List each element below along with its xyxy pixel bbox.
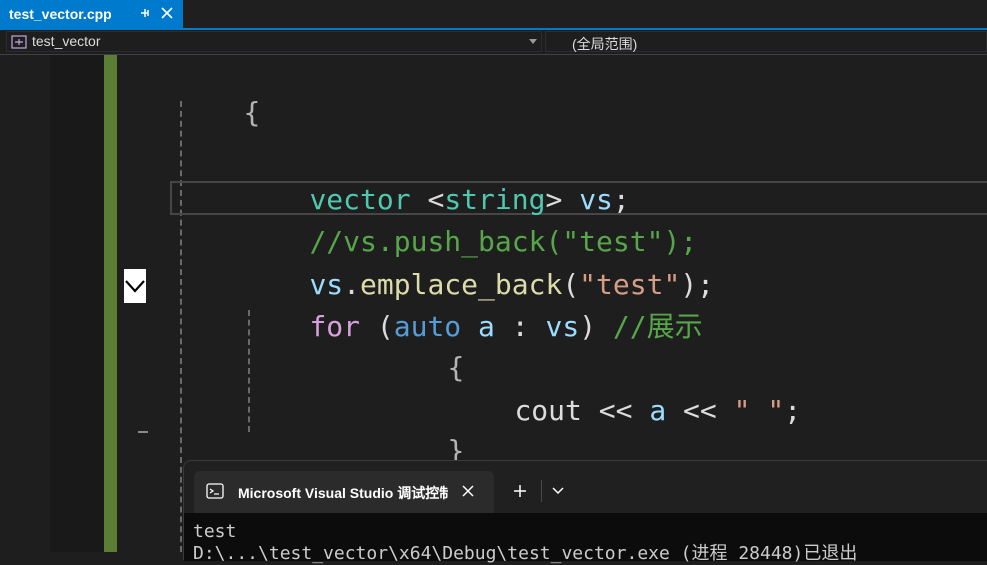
outlining-margin (117, 55, 167, 552)
project-icon (11, 35, 27, 49)
string-literal: " " (733, 394, 785, 427)
console-output: test D:\...\test_vector\x64\Debug\test_v… (193, 521, 857, 565)
plus-icon[interactable] (513, 484, 527, 498)
tab-divider (541, 480, 542, 502)
fold-collapse-icon[interactable] (124, 269, 146, 303)
terminal-icon (206, 483, 224, 499)
stream-operator: << (581, 394, 650, 427)
change-tracking-bar (104, 55, 117, 552)
variable-a: a (649, 394, 667, 427)
keyword-for: for (309, 310, 361, 343)
stream-operator: << (666, 394, 734, 427)
close-icon[interactable] (461, 484, 475, 498)
console-output-area[interactable]: test D:\...\test_vector\x64\Debug\test_v… (184, 513, 987, 564)
project-name: test_vector (32, 33, 101, 49)
code-line-cout: cout << a << " "; (447, 351, 801, 471)
fold-end-marker (138, 431, 148, 433)
navigation-bar: test_vector (全局范围) (0, 30, 987, 55)
scope-dropdown[interactable]: (全局范围) (545, 31, 987, 52)
pin-icon[interactable] (138, 6, 152, 20)
close-icon[interactable] (160, 6, 174, 20)
semicolon: ; (784, 394, 802, 427)
comment-display: //展示 (596, 310, 703, 343)
project-dropdown[interactable]: test_vector (6, 31, 542, 52)
console-line-2: D:\...\test_vector\x64\Debug\test_vector… (193, 543, 858, 564)
tab-title: test_vector.cpp (9, 6, 112, 22)
paren-close: ) (579, 310, 597, 343)
debug-console-window[interactable]: Microsoft Visual Studio 调试控制台 test D:\..… (183, 460, 987, 564)
console-title: Microsoft Visual Studio 调试控制台 (238, 485, 448, 501)
chevron-down-icon[interactable] (552, 487, 564, 495)
tab-test-vector-cpp[interactable]: test_vector.cpp (0, 0, 183, 28)
glyph-margin (50, 55, 104, 552)
dropdown-arrow-icon[interactable] (529, 39, 537, 45)
console-tab[interactable]: Microsoft Visual Studio 调试控制台 (194, 471, 494, 513)
identifier-cout: cout (514, 394, 582, 427)
variable-vs: vs (545, 310, 580, 343)
scope-label: (全局范围) (572, 36, 638, 52)
range-colon: : (494, 310, 546, 343)
console-line-1: test (193, 521, 237, 542)
document-tab-strip: test_vector.cpp (0, 0, 987, 30)
variable-a: a (461, 310, 495, 343)
open-brace: { (243, 96, 261, 129)
